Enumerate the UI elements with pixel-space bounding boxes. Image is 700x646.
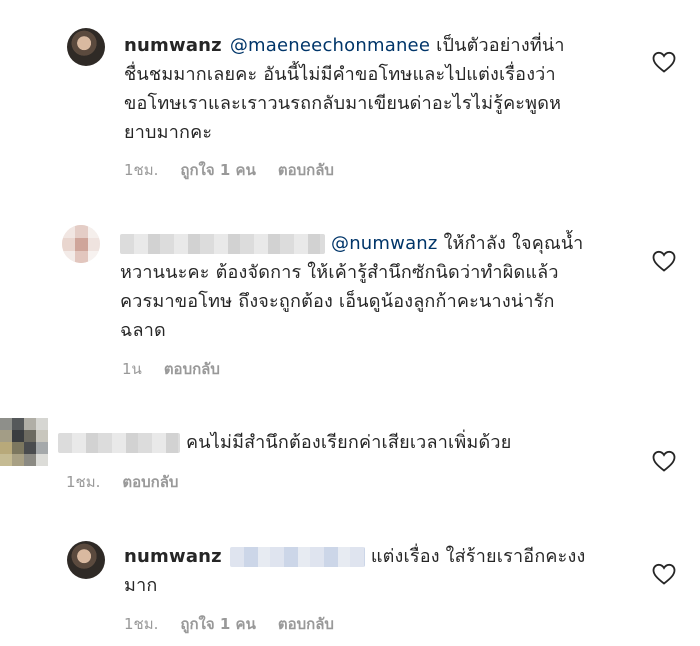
comment-line: ฉลาด	[120, 320, 166, 341]
comment-line: คนไม่มีสำนึกต้องเรียกค่าเสียเวลาเพิ่มด้ว…	[186, 432, 512, 453]
reply-button[interactable]: ตอบกลับ	[122, 470, 178, 494]
timestamp[interactable]: 1ชม.	[66, 470, 100, 494]
heart-icon[interactable]	[652, 51, 676, 73]
comment-meta: 1ชม. ถูกใจ 1 คน ตอบกลับ	[124, 612, 334, 636]
like-count[interactable]: ถูกใจ 1 คน	[180, 158, 255, 182]
comment-text: @numwanz ให้กำลัง ใจคุณน้ำ หวานนะคะ ต้องจ…	[120, 229, 630, 345]
comment-text: คนไม่มีสำนึกต้องเรียกค่าเสียเวลาเพิ่มด้ว…	[58, 428, 618, 457]
comment-line: ให้กำลัง ใจคุณน้ำ	[443, 233, 584, 254]
timestamp[interactable]: 1น	[122, 357, 142, 381]
comment-meta: 1น ตอบกลับ	[122, 357, 220, 381]
avatar[interactable]	[67, 28, 105, 66]
comment-line: เป็นตัวอย่างที่น่า	[436, 35, 565, 56]
username[interactable]: numwanz	[124, 546, 222, 567]
avatar[interactable]	[0, 418, 50, 474]
like-count[interactable]: ถูกใจ 1 คน	[180, 612, 255, 636]
reply-button[interactable]: ตอบกลับ	[278, 158, 334, 182]
comment-line: หวานนะคะ ต้องจัดการ ให้เค้ารู้สำนึกซักนิ…	[120, 262, 559, 283]
heart-icon[interactable]	[652, 450, 676, 472]
comment-meta: 1ชม. ถูกใจ 1 คน ตอบกลับ	[124, 158, 334, 182]
timestamp[interactable]: 1ชม.	[124, 612, 158, 636]
heart-icon[interactable]	[652, 563, 676, 585]
avatar[interactable]	[67, 541, 105, 579]
blurred-mention[interactable]	[229, 547, 365, 567]
timestamp[interactable]: 1ชม.	[124, 158, 158, 182]
comment-text: numwanz แต่งเรื่อง ใส่ร้ายเราอีกคะงง มาก	[124, 542, 624, 600]
avatar[interactable]	[62, 225, 100, 263]
comment-line: ควรมาขอโทษ ถึงจะถูกต้อง เอ็นดูน้องลูกก้า…	[120, 291, 555, 312]
comment-text: numwanz @maeneechonmanee เป็นตัวอย่างที่น่…	[124, 31, 624, 147]
heart-icon[interactable]	[652, 250, 676, 272]
comment-line: ขอโทษเราและเราวนรถกลับมาเขียนด่าอะไรไม่ร…	[124, 93, 562, 114]
mention-link[interactable]: @maeneechonmanee	[230, 35, 430, 56]
username[interactable]: numwanz	[124, 35, 222, 56]
mention-link[interactable]: @numwanz	[331, 233, 438, 254]
comment-line: แต่งเรื่อง ใส่ร้ายเราอีกคะงง	[370, 546, 586, 567]
reply-button[interactable]: ตอบกลับ	[278, 612, 334, 636]
comment-meta: 1ชม. ตอบกลับ	[66, 470, 178, 494]
blurred-username[interactable]	[120, 234, 325, 254]
comment-line: ยาบมากคะ	[124, 122, 213, 143]
comment-line: ชื่นชมมากเลยคะ อันนี้ไม่มีคำขอโทษและไปแต…	[124, 64, 556, 85]
reply-button[interactable]: ตอบกลับ	[164, 357, 220, 381]
blurred-username[interactable]	[58, 433, 180, 453]
comment-line: มาก	[124, 575, 158, 596]
